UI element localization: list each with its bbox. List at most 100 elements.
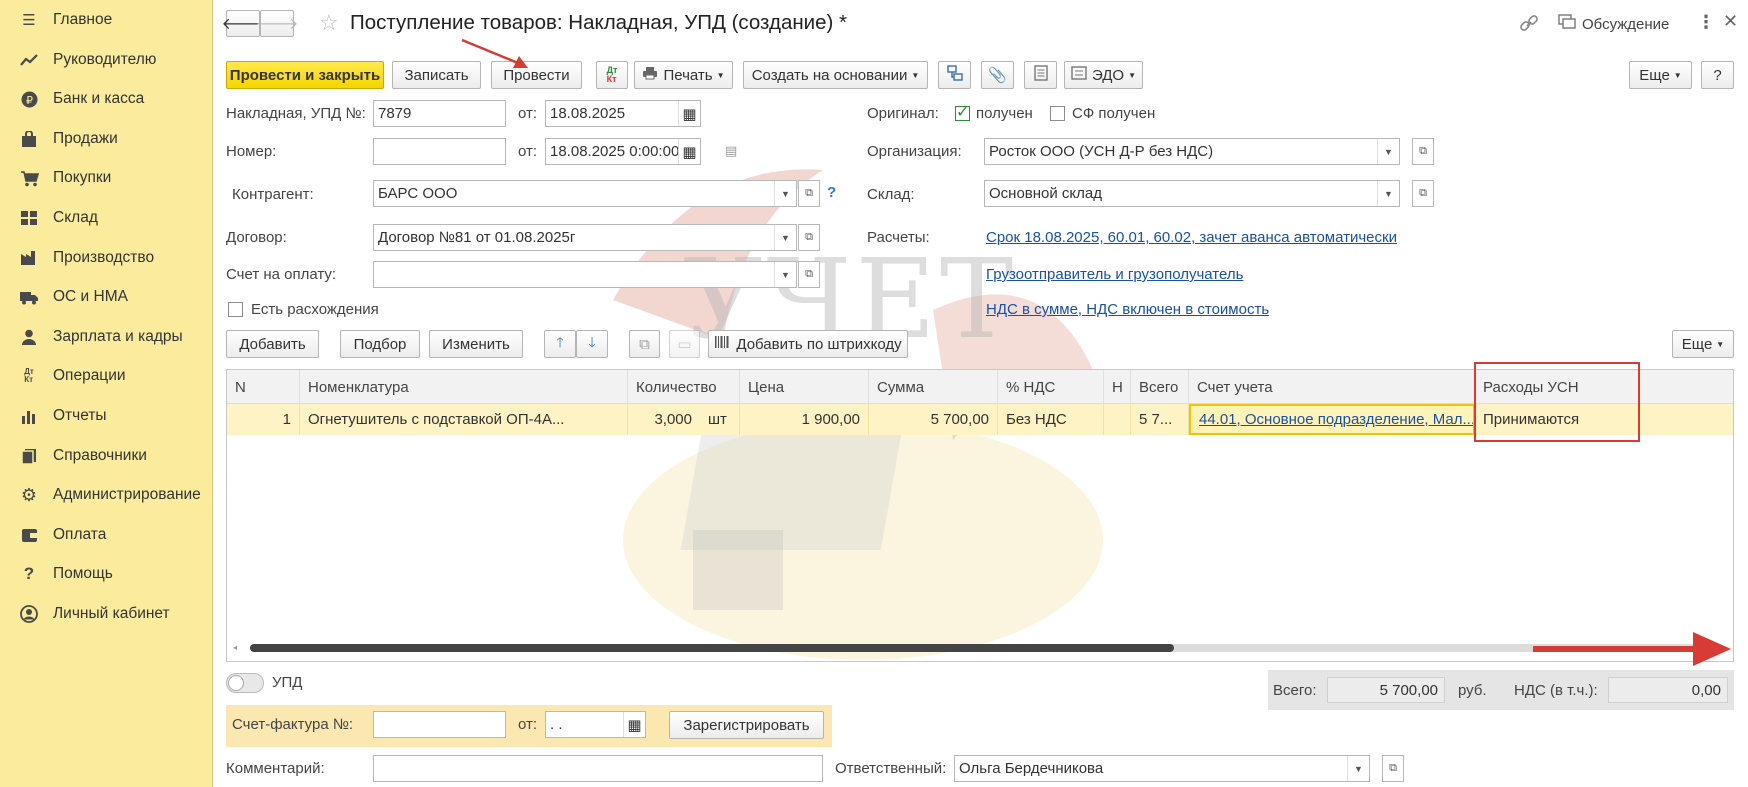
column-header-usn-expenses[interactable]: Расходы УСН bbox=[1475, 370, 1733, 404]
print-button[interactable]: Печать ▼ bbox=[634, 61, 733, 89]
sidebar-item-operations[interactable]: Дт Кт Операции bbox=[0, 358, 212, 394]
more-vertical-icon[interactable]: ⋮ bbox=[1697, 12, 1715, 33]
column-header-account[interactable]: Счет учета bbox=[1189, 370, 1475, 404]
cell-usn-expenses[interactable]: Принимаются bbox=[1475, 404, 1733, 435]
discrepancy-checkbox[interactable] bbox=[228, 302, 243, 317]
change-button[interactable]: Изменить bbox=[429, 330, 523, 358]
paste-button[interactable]: ▭ bbox=[669, 330, 700, 358]
comment-field[interactable] bbox=[373, 755, 823, 782]
cell-price[interactable]: 1 900,00 bbox=[740, 404, 869, 435]
post-and-close-button[interactable]: Провести и закрыть bbox=[226, 61, 384, 89]
move-up-button[interactable]: 🡑 bbox=[544, 330, 576, 358]
cell-vat[interactable]: Без НДС bbox=[998, 404, 1104, 435]
dropdown-arrow-icon[interactable]: ▼ bbox=[1377, 139, 1399, 164]
organization-field[interactable]: Росток ООО (УСН Д-Р без НДС) ▼ bbox=[984, 138, 1400, 165]
star-icon[interactable]: ☆ bbox=[319, 10, 339, 36]
column-header-total[interactable]: Всего bbox=[1131, 370, 1189, 404]
scroll-right-icon[interactable]: ▸ bbox=[1722, 643, 1726, 652]
invoice-sf-date-field[interactable]: . . ▦ bbox=[545, 711, 646, 738]
contract-field[interactable]: Договор №81 от 01.08.2025г ▼ bbox=[373, 224, 797, 251]
number-date-field[interactable]: 18.08.2025 0:00:00 ▦ bbox=[545, 138, 701, 165]
dropdown-arrow-icon[interactable]: ▼ bbox=[774, 225, 796, 250]
save-button[interactable]: Записать bbox=[392, 61, 481, 89]
sidebar-item-purchases[interactable]: Покупки bbox=[0, 160, 212, 196]
column-header-item[interactable]: Номенклатура bbox=[300, 370, 628, 404]
structure-button[interactable] bbox=[938, 61, 971, 89]
open-icon[interactable]: ⧉ bbox=[798, 224, 820, 251]
column-header-n[interactable]: N bbox=[227, 370, 300, 404]
post-button[interactable]: Провести bbox=[491, 61, 582, 89]
column-header-vat-sum[interactable]: Н bbox=[1104, 370, 1131, 404]
calendar-icon[interactable]: ▦ bbox=[623, 712, 645, 737]
shipper-consignee-link[interactable]: Грузоотправитель и грузополучатель bbox=[986, 266, 1243, 283]
sidebar-item-assets[interactable]: ОС и НМА bbox=[0, 279, 212, 315]
cell-sum[interactable]: 5 700,00 bbox=[869, 404, 998, 435]
payment-invoice-field[interactable]: ▼ bbox=[373, 261, 797, 288]
edo-button[interactable]: ЭДО ▼ bbox=[1064, 61, 1143, 89]
sidebar-item-manager[interactable]: Руководителю bbox=[0, 42, 212, 78]
move-down-button[interactable]: 🡓 bbox=[576, 330, 608, 358]
sidebar-item-help[interactable]: ? Помощь bbox=[0, 556, 212, 592]
link-icon[interactable] bbox=[1519, 14, 1539, 38]
dropdown-arrow-icon[interactable]: ▼ bbox=[774, 262, 796, 287]
calendar-icon[interactable]: ▦ bbox=[678, 139, 700, 164]
sidebar-item-account[interactable]: Личный кабинет bbox=[0, 596, 212, 632]
open-icon[interactable]: ⧉ bbox=[798, 261, 820, 288]
discussion-button[interactable]: Обсуждение bbox=[1558, 14, 1669, 34]
keyboard-icon[interactable]: ▤ bbox=[725, 143, 737, 159]
dtkt-movements-button[interactable]: Дт Кт bbox=[596, 61, 628, 89]
account-link[interactable]: 44.01, Основное подразделение, Мал... bbox=[1199, 411, 1473, 428]
attach-button[interactable]: 📎 bbox=[981, 61, 1014, 89]
sidebar-item-bank[interactable]: ₽ Банк и касса bbox=[0, 81, 212, 117]
sidebar-item-sales[interactable]: Продажи bbox=[0, 121, 212, 157]
settlements-link[interactable]: Срок 18.08.2025, 60.01, 60.02, зачет ава… bbox=[986, 229, 1397, 246]
column-header-price[interactable]: Цена bbox=[740, 370, 869, 404]
sidebar-item-payment[interactable]: Оплата bbox=[0, 517, 212, 553]
selection-button[interactable]: Подбор bbox=[340, 330, 420, 358]
more-button[interactable]: Еще ▼ bbox=[1629, 61, 1692, 89]
copy-button[interactable]: ⧉ bbox=[629, 330, 660, 358]
original-received-checkbox[interactable]: ✓ bbox=[955, 104, 970, 121]
warehouse-field[interactable]: Основной склад ▼ bbox=[984, 180, 1400, 207]
sf-received-checkbox[interactable] bbox=[1050, 106, 1065, 121]
table-more-button[interactable]: Еще ▼ bbox=[1672, 330, 1734, 358]
sidebar-item-main[interactable]: ☰ Главное bbox=[0, 2, 212, 38]
open-icon[interactable]: ⧉ bbox=[1412, 138, 1434, 165]
invoice-date-field[interactable]: 18.08.2025 ▦ bbox=[545, 100, 701, 127]
sidebar-item-admin[interactable]: ⚙ Администрирование bbox=[0, 477, 212, 513]
cell-item[interactable]: Огнетушитель с подставкой ОП-4А... bbox=[300, 404, 628, 435]
calendar-icon[interactable]: ▦ bbox=[678, 101, 700, 126]
open-icon[interactable]: ⧉ bbox=[1412, 180, 1434, 207]
scroll-left-icon[interactable]: ◂ bbox=[233, 643, 237, 652]
upd-toggle[interactable] bbox=[226, 673, 264, 693]
dropdown-arrow-icon[interactable]: ▼ bbox=[774, 181, 796, 206]
sidebar-item-catalogs[interactable]: Справочники bbox=[0, 438, 212, 474]
responsible-field[interactable]: Ольга Бердечникова ▼ bbox=[954, 755, 1370, 782]
report-button[interactable] bbox=[1024, 61, 1057, 89]
column-header-qty[interactable]: Количество bbox=[628, 370, 740, 404]
number-field[interactable] bbox=[373, 138, 506, 165]
invoice-sf-number-field[interactable] bbox=[373, 711, 506, 738]
scrollbar-thumb[interactable] bbox=[250, 644, 1174, 652]
help-question-icon[interactable]: ? bbox=[827, 184, 836, 201]
sidebar-item-production[interactable]: Производство bbox=[0, 240, 212, 276]
register-button[interactable]: Зарегистрировать bbox=[669, 711, 824, 739]
cell-account[interactable]: 44.01, Основное подразделение, Мал... bbox=[1189, 404, 1475, 435]
dropdown-arrow-icon[interactable]: ▼ bbox=[1347, 756, 1369, 781]
dropdown-arrow-icon[interactable]: ▼ bbox=[1377, 181, 1399, 206]
vat-link[interactable]: НДС в сумме, НДС включен в стоимость bbox=[986, 301, 1269, 318]
cell-qty[interactable]: 3,000 bbox=[628, 404, 700, 435]
add-row-button[interactable]: Добавить bbox=[226, 330, 319, 358]
sidebar-item-warehouse[interactable]: Склад bbox=[0, 200, 212, 236]
invoice-number-field[interactable]: 7879 bbox=[373, 100, 506, 127]
sidebar-item-reports[interactable]: Отчеты bbox=[0, 398, 212, 434]
open-icon[interactable]: ⧉ bbox=[1382, 755, 1404, 782]
column-header-vat[interactable]: % НДС bbox=[998, 370, 1104, 404]
sidebar-item-salary[interactable]: Зарплата и кадры bbox=[0, 319, 212, 355]
open-icon[interactable]: ⧉ bbox=[798, 180, 820, 207]
close-icon[interactable]: ✕ bbox=[1723, 11, 1738, 32]
help-button[interactable]: ? bbox=[1701, 61, 1734, 89]
add-by-barcode-button[interactable]: Добавить по штрихкоду bbox=[708, 330, 908, 358]
contractor-field[interactable]: БАРС ООО ▼ bbox=[373, 180, 797, 207]
forward-button[interactable]: 🡒 bbox=[256, 10, 298, 37]
